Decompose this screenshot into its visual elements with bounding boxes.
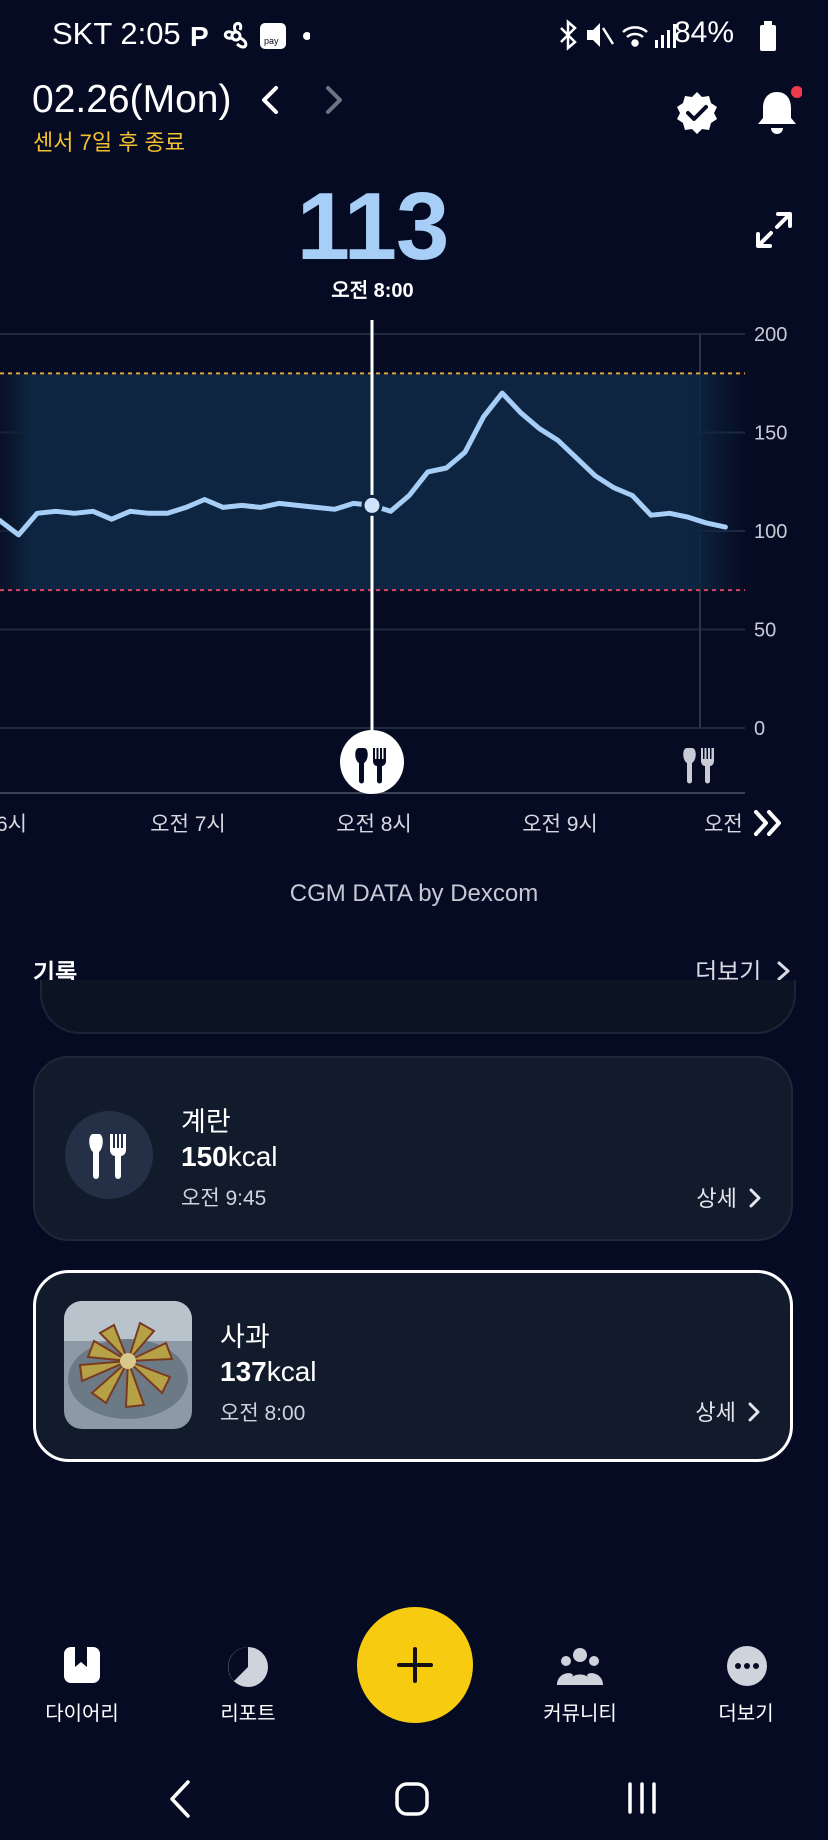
meal-icon bbox=[65, 1111, 153, 1199]
recent-apps-icon[interactable] bbox=[624, 1780, 660, 1816]
x-tick-label: 오전 8시 bbox=[336, 813, 411, 836]
diary-icon bbox=[64, 1647, 100, 1683]
back-icon[interactable] bbox=[166, 1778, 196, 1820]
battery-icon bbox=[760, 21, 776, 51]
nav-more[interactable]: 더보기 bbox=[686, 1645, 806, 1735]
record-kcal-value: 150 bbox=[181, 1141, 228, 1172]
plus-icon bbox=[397, 1647, 433, 1683]
fan-icon bbox=[223, 22, 248, 49]
record-kcal: 150kcal bbox=[181, 1141, 278, 1173]
record-time: 오전 8:00 bbox=[220, 1402, 306, 1425]
add-record-button[interactable] bbox=[357, 1607, 473, 1723]
selected-point bbox=[361, 494, 383, 516]
svg-text:pay: pay bbox=[264, 36, 279, 46]
record-card-apple[interactable]: 사과 137kcal 오전 8:00 상세 bbox=[33, 1270, 793, 1462]
record-kcal: 137kcal bbox=[220, 1356, 317, 1388]
wifi-icon bbox=[622, 26, 648, 47]
pay-icon: pay bbox=[260, 23, 286, 49]
fast-forward-icon[interactable] bbox=[752, 808, 786, 838]
nav-community[interactable]: 커뮤니티 bbox=[520, 1645, 640, 1735]
chevron-right-icon bbox=[749, 1188, 761, 1208]
bluetooth-icon bbox=[560, 19, 577, 51]
battery-percent: 84% bbox=[673, 16, 734, 49]
sensor-expiry-note: 센서 7일 후 종료 bbox=[33, 130, 186, 155]
chevron-right-icon bbox=[748, 1402, 760, 1422]
y-tick-label: 200 bbox=[754, 324, 787, 346]
more-icon bbox=[727, 1646, 767, 1686]
nav-label: 리포트 bbox=[220, 1703, 276, 1725]
y-tick-label: 150 bbox=[754, 423, 787, 445]
record-name: 사과 bbox=[220, 1322, 270, 1352]
chevron-left-icon[interactable] bbox=[256, 82, 286, 118]
system-nav-bar bbox=[0, 1760, 828, 1840]
nav-diary[interactable]: 다이어리 bbox=[22, 1645, 142, 1735]
p-icon: P bbox=[190, 21, 209, 52]
verified-icon[interactable] bbox=[674, 90, 720, 136]
x-tick-label: 오전 bbox=[704, 813, 743, 836]
record-kcal-value: 137 bbox=[220, 1356, 267, 1387]
record-detail-label: 상세 bbox=[696, 1186, 737, 1211]
apple-photo bbox=[64, 1301, 192, 1429]
record-name: 계란 bbox=[181, 1107, 231, 1137]
nav-label: 다이어리 bbox=[45, 1703, 119, 1725]
report-icon bbox=[228, 1647, 268, 1687]
x-tick-label: 오전 9시 bbox=[522, 813, 597, 836]
nav-label: 커뮤니티 bbox=[543, 1703, 617, 1725]
signal-icon bbox=[655, 24, 676, 48]
record-time: 오전 9:45 bbox=[181, 1187, 267, 1210]
y-tick-label: 0 bbox=[754, 718, 765, 740]
chevron-right-icon[interactable] bbox=[318, 82, 348, 118]
status-time: SKT 2:05 bbox=[52, 16, 181, 51]
nav-label: 더보기 bbox=[718, 1703, 774, 1725]
chevron-right-icon bbox=[777, 961, 790, 981]
record-detail-link[interactable]: 상세 bbox=[696, 1181, 763, 1213]
date-title: 02.26(Mon) bbox=[32, 78, 232, 121]
record-kcal-unit: kcal bbox=[266, 1356, 317, 1387]
dot-icon bbox=[303, 32, 310, 40]
record-detail-link[interactable]: 상세 bbox=[695, 1395, 762, 1427]
x-tick-label: 오전 7시 bbox=[150, 813, 225, 836]
record-kcal-unit: kcal bbox=[227, 1141, 278, 1172]
notification-badge bbox=[791, 86, 802, 98]
record-card-egg[interactable]: 계란 150kcal 오전 9:45 상세 bbox=[33, 1056, 793, 1241]
meal-marker-selected[interactable] bbox=[340, 730, 404, 794]
y-tick-label: 50 bbox=[754, 620, 776, 642]
glucose-chart[interactable]: 200 150 100 50 0 6시 오전 7시 오전 8시 오전 9시 오전 bbox=[0, 320, 828, 840]
record-detail-label: 상세 bbox=[695, 1400, 736, 1425]
community-icon bbox=[557, 1648, 603, 1685]
meal-marker[interactable] bbox=[683, 748, 714, 784]
mute-icon bbox=[587, 23, 615, 47]
glucose-value: 113 bbox=[296, 173, 450, 280]
y-tick-label: 100 bbox=[754, 521, 787, 543]
expand-icon[interactable] bbox=[754, 210, 794, 250]
status-notification-icons: P pay bbox=[190, 21, 310, 52]
x-tick-label: 6시 bbox=[0, 813, 27, 836]
record-card-partial[interactable] bbox=[40, 980, 796, 1034]
bell-icon[interactable] bbox=[752, 84, 802, 136]
svg-text:P: P bbox=[190, 21, 209, 52]
glucose-time: 오전 8:00 bbox=[331, 280, 414, 302]
home-icon[interactable] bbox=[393, 1780, 431, 1818]
nav-report[interactable]: 리포트 bbox=[188, 1645, 308, 1735]
cgm-credit: CGM DATA by Dexcom bbox=[289, 880, 539, 907]
status-bar: SKT 2:05 P pay 84% bbox=[0, 0, 828, 70]
